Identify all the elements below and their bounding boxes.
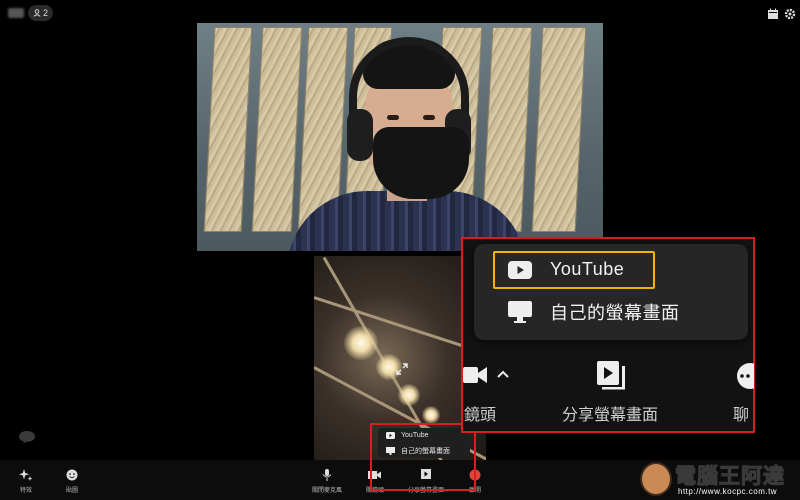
ceiling-light bbox=[398, 384, 420, 406]
watermark-url: http://www.kocpc.com.tw bbox=[678, 487, 778, 496]
sparkle-icon bbox=[19, 469, 33, 481]
zoom-own-screen-option[interactable]: 自己的螢幕畫面 bbox=[508, 299, 680, 325]
share-screen-icon[interactable] bbox=[596, 360, 626, 390]
app-logo bbox=[8, 8, 24, 18]
share-youtube-label: YouTube bbox=[401, 432, 429, 439]
youtube-icon bbox=[386, 432, 395, 439]
calendar-icon[interactable] bbox=[767, 8, 779, 20]
zoom-own-screen-label: 自己的螢幕畫面 bbox=[550, 303, 680, 323]
watermark-mascot bbox=[640, 462, 672, 496]
monitor-icon bbox=[386, 447, 395, 455]
monitor-icon bbox=[508, 301, 532, 323]
mute-label: 關閉麥克風 bbox=[312, 488, 343, 494]
person-eye bbox=[423, 115, 435, 120]
ceiling-light bbox=[422, 406, 440, 424]
zoom-youtube-label: YouTube bbox=[550, 259, 625, 279]
mute-button[interactable]: 關閉麥克風 bbox=[312, 468, 342, 494]
zoom-share-label: 分享螢幕畫面 bbox=[562, 407, 659, 424]
camera-icon[interactable] bbox=[463, 364, 489, 386]
main-video-tile[interactable] bbox=[197, 23, 603, 251]
share-youtube-option[interactable]: YouTube bbox=[386, 432, 429, 439]
effects-label: 特效 bbox=[19, 488, 32, 494]
watermark-title: 電腦王阿達 bbox=[675, 464, 785, 489]
zoom-youtube-option[interactable]: YouTube bbox=[508, 259, 624, 280]
microphone-icon bbox=[322, 469, 332, 481]
person-eye bbox=[387, 115, 399, 120]
stickers-label: 貼圖 bbox=[65, 488, 78, 494]
chat-icon[interactable] bbox=[736, 362, 754, 390]
zoom-camera-label: 鏡頭 bbox=[464, 407, 497, 424]
participant-count-badge[interactable]: 2 bbox=[28, 5, 54, 21]
chat-bubble-icon[interactable] bbox=[18, 430, 36, 444]
share-own-screen-option[interactable]: 自己的螢幕畫面 bbox=[386, 446, 450, 456]
emoji-icon bbox=[66, 469, 78, 481]
zoom-chat-label: 聊 bbox=[733, 407, 750, 424]
person-icon bbox=[33, 9, 41, 17]
participant-count: 2 bbox=[43, 8, 49, 18]
share-own-screen-label: 自己的螢幕畫面 bbox=[401, 448, 450, 455]
effects-button[interactable]: 特效 bbox=[18, 468, 34, 494]
chevron-up-icon[interactable] bbox=[496, 369, 510, 379]
headphone-ear-left bbox=[347, 109, 373, 161]
expand-icon[interactable] bbox=[394, 361, 410, 377]
youtube-icon bbox=[508, 260, 532, 279]
face-mask bbox=[373, 127, 469, 199]
gear-icon[interactable] bbox=[784, 8, 796, 20]
stickers-button[interactable]: 貼圖 bbox=[64, 468, 80, 494]
ceiling-light bbox=[344, 326, 378, 360]
